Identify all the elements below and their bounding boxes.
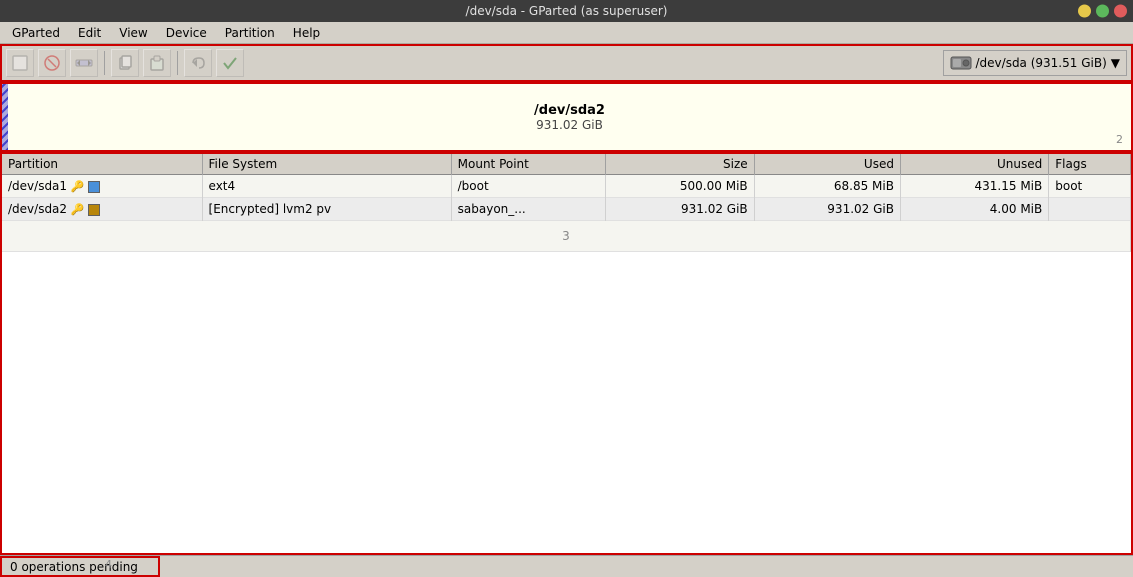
menu-help[interactable]: Help [285,24,328,42]
row2-key-icon: 🔑 [71,203,85,216]
col-unused: Unused [900,154,1048,175]
menu-edit[interactable]: Edit [70,24,109,42]
row2-flags [1049,198,1131,221]
row1-used: 68.85 MiB [754,175,900,198]
col-used: Used [754,154,900,175]
row1-mount: /boot [451,175,606,198]
table-number-row: 3 [2,221,1131,252]
menu-device[interactable]: Device [158,24,215,42]
disk-visual-number: 2 [1116,133,1123,146]
disk-visual-inner: /dev/sda2 931.02 GiB [2,84,1131,150]
partition-table-container: Partition File System Mount Point Size U… [0,152,1133,555]
table-row[interactable]: /dev/sda1 🔑 ext4 /boot 500.00 MiB 68.85 … [2,175,1131,198]
undo-button[interactable] [184,49,212,77]
table-header: Partition File System Mount Point Size U… [2,154,1131,175]
row1-fs-color [88,181,100,193]
statusbar: 0 operations pending 4 [0,555,1133,577]
col-size: Size [606,154,754,175]
partition-table: Partition File System Mount Point Size U… [2,154,1131,252]
row1-key-icon: 🔑 [71,180,85,193]
disk-partition-size: 931.02 GiB [536,118,603,132]
menu-view[interactable]: View [111,24,155,42]
new-button[interactable] [6,49,34,77]
row1-flags: boot [1049,175,1131,198]
menubar: GParted Edit View Device Partition Help [0,22,1133,44]
menu-gparted[interactable]: GParted [4,24,68,42]
toolbar-sep2 [177,51,178,75]
menu-partition[interactable]: Partition [217,24,283,42]
paste-button[interactable] [143,49,171,77]
col-partition: Partition [2,154,202,175]
disk-icon [950,55,972,71]
row2-mount: sabayon_... [451,198,606,221]
title-text: /dev/sda - GParted (as superuser) [466,4,668,18]
row1-unused: 431.15 MiB [900,175,1048,198]
ops-pending-label: 0 operations pending [10,560,138,574]
row1-size: 500.00 MiB [606,175,754,198]
row2-filesystem: [Encrypted] lvm2 pv [202,198,451,221]
row2-partition-name: /dev/sda2 [8,202,67,216]
titlebar: /dev/sda - GParted (as superuser) [0,0,1133,22]
table-body: /dev/sda1 🔑 ext4 /boot 500.00 MiB 68.85 … [2,175,1131,252]
window-controls [1078,5,1127,18]
col-flags: Flags [1049,154,1131,175]
table-number: 3 [2,221,1131,252]
device-label: /dev/sda (931.51 GiB) [976,56,1107,70]
close-button[interactable] [1114,5,1127,18]
disk-visual: /dev/sda2 931.02 GiB 2 [0,82,1133,152]
minimize-button[interactable] [1078,5,1091,18]
col-mount: Mount Point [451,154,606,175]
row1-partition-name: /dev/sda1 [8,179,67,193]
copy-button[interactable] [111,49,139,77]
statusbar-number: 4 [105,558,112,571]
resize-move-button[interactable] [70,49,98,77]
ops-pending: 0 operations pending [0,556,160,577]
row2-size: 931.02 GiB [606,198,754,221]
row1-filesystem: ext4 [202,175,451,198]
row2-partition: /dev/sda2 🔑 [2,198,202,221]
apply-button[interactable] [216,49,244,77]
device-selector[interactable]: /dev/sda (931.51 GiB) ▼ [943,50,1128,76]
delete-button[interactable] [38,49,66,77]
table-row[interactable]: /dev/sda2 🔑 [Encrypted] lvm2 pv sabayon_… [2,198,1131,221]
disk-partition-label: /dev/sda2 [534,103,605,118]
device-dropdown-arrow: ▼ [1111,56,1120,70]
disk-partition-block[interactable]: /dev/sda2 931.02 GiB [8,84,1131,150]
row2-used: 931.02 GiB [754,198,900,221]
toolbar-sep1 [104,51,105,75]
row2-fs-color [88,204,100,216]
row2-unused: 4.00 MiB [900,198,1048,221]
col-filesystem: File System [202,154,451,175]
row1-partition: /dev/sda1 🔑 [2,175,202,198]
toolbar: 1 /dev/sda (931.51 GiB) ▼ [0,44,1133,82]
maximize-button[interactable] [1096,5,1109,18]
